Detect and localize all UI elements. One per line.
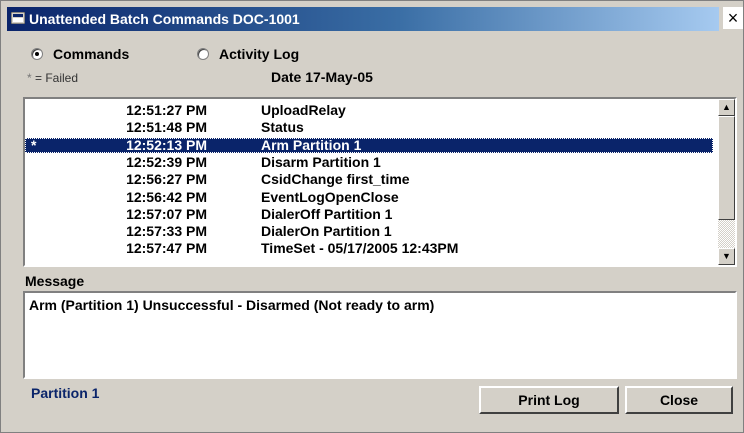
command-name: Disarm Partition 1 <box>261 153 381 170</box>
close-button[interactable]: Close <box>625 386 733 414</box>
failed-marker: * <box>31 136 37 153</box>
command-time: 12:57:33 PM <box>126 223 207 240</box>
command-name: UploadRelay <box>261 102 346 118</box>
command-time: 12:56:27 PM <box>126 171 207 188</box>
scroll-up-icon: ▲ <box>722 102 731 112</box>
scroll-up-button[interactable]: ▲ <box>718 99 735 116</box>
command-row[interactable]: 12:56:42 PM EventLogOpenClose <box>25 188 713 205</box>
command-time: 12:56:42 PM <box>126 188 207 205</box>
command-row[interactable]: 12:57:47 PM TimeSet - 05/17/2005 12:43PM <box>25 241 713 256</box>
title-bar[interactable]: Unattended Batch Commands DOC-1001 <box>7 7 719 31</box>
command-time: 12:52:39 PM <box>126 153 207 170</box>
window-title: Unattended Batch Commands DOC-1001 <box>29 11 300 27</box>
scroll-down-icon: ▼ <box>722 251 731 261</box>
command-time: 12:51:48 PM <box>126 119 207 136</box>
scroll-thumb[interactable] <box>718 116 735 220</box>
command-row[interactable]: 12:56:27 PM CsidChange first_time <box>25 172 713 187</box>
window-system-icon[interactable] <box>11 12 25 24</box>
command-row[interactable]: 12:57:07 PM DialerOff Partition 1 <box>25 205 713 222</box>
close-window-button[interactable]: × <box>723 7 743 29</box>
scroll-down-button[interactable]: ▼ <box>718 248 735 265</box>
failed-legend: * = Failed <box>27 71 78 85</box>
command-time: 12:57:07 PM <box>126 205 207 222</box>
message-text: Arm (Partition 1) Unsuccessful - Disarme… <box>29 297 435 313</box>
radio-activity-log-label: Activity Log <box>219 46 300 62</box>
command-row[interactable]: 12:51:27 PM UploadRelay <box>25 103 713 118</box>
batch-commands-window: Unattended Batch Commands DOC-1001 × Com… <box>0 0 744 433</box>
command-name: CsidChange first_time <box>261 171 410 188</box>
list-scrollbar[interactable]: ▲ ▼ <box>718 99 735 265</box>
command-row[interactable]: 12:57:33 PM DialerOn Partition 1 <box>25 224 713 239</box>
command-time: 12:57:47 PM <box>126 240 207 257</box>
command-name: DialerOn Partition 1 <box>261 223 392 240</box>
command-time: 12:51:27 PM <box>126 102 207 118</box>
command-time: 12:52:13 PM <box>126 136 207 153</box>
command-name: Arm Partition 1 <box>261 136 362 153</box>
print-log-button[interactable]: Print Log <box>479 386 619 414</box>
message-label: Message <box>25 273 85 289</box>
command-name: TimeSet - 05/17/2005 12:43PM <box>261 240 459 257</box>
radio-unchecked-icon <box>197 48 209 60</box>
command-row[interactable]: 12:51:48 PM Status <box>25 120 713 135</box>
message-box[interactable]: Arm (Partition 1) Unsuccessful - Disarme… <box>23 291 737 379</box>
radio-checked-icon <box>31 48 43 60</box>
command-row[interactable]: 12:52:39 PM Disarm Partition 1 <box>25 153 713 170</box>
command-name: EventLogOpenClose <box>261 188 399 205</box>
commands-list[interactable]: 12:57:47 PM TimeSet - 05/17/2005 12:43PM 1… <box>23 97 737 267</box>
date-label: Date 17-May-05 <box>271 69 373 85</box>
partition-label: Partition 1 <box>31 385 100 401</box>
command-name: Status <box>261 119 304 136</box>
failed-legend-text: = Failed <box>31 71 79 85</box>
radio-commands-label: Commands <box>53 46 130 62</box>
command-name: DialerOff Partition 1 <box>261 205 393 222</box>
command-row[interactable]: * 12:52:13 PM Arm Partition 1 <box>25 136 713 153</box>
